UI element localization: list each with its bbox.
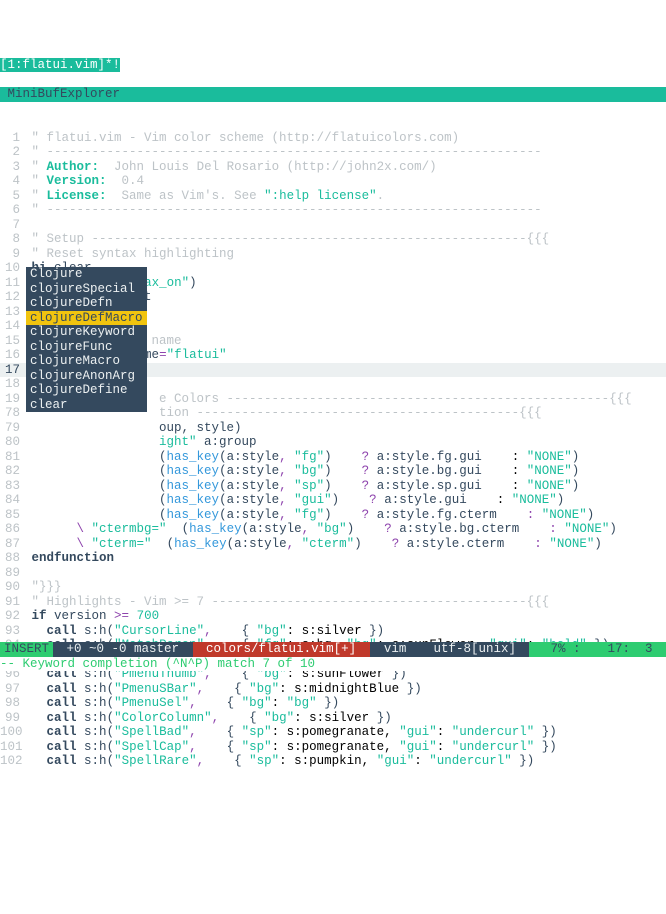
encoding: utf-8[unix] (420, 642, 530, 657)
code-line: 82 (has_key(a:style, "bg") ? a:style.bg.… (0, 464, 666, 479)
code-line: 80 ight" a:group (0, 435, 666, 450)
code-line: 93 call s:h("CursorLine", { "bg": s:silv… (0, 624, 666, 639)
line-number: 10 (0, 261, 24, 276)
code-line: 8 " Setup ------------------------------… (0, 232, 666, 247)
line-number: 2 (0, 145, 24, 160)
code-line: 102 call s:h("SpellRare", { "sp": s:pump… (0, 754, 666, 769)
completion-item[interactable]: clojureDefn (26, 296, 147, 311)
completion-item[interactable]: clojureKeyword (26, 325, 147, 340)
line-number: 82 (0, 464, 24, 479)
line-number: 16 (0, 348, 24, 363)
line-number: 7 (0, 218, 24, 233)
file-name: colors/flatui.vim[+] (193, 642, 370, 657)
cursor-pos: 17: 3 (586, 642, 666, 657)
code-line: 87 \ "cterm=" (has_key(a:style, "cterm")… (0, 537, 666, 552)
line-number: 97 (0, 682, 24, 697)
code-line: 1 " flatui.vim - Vim color scheme (http:… (0, 131, 666, 146)
code-line: 91 " Highlights - Vim >= 7 -------------… (0, 595, 666, 610)
code-line: 92 if version >= 700 (0, 609, 666, 624)
completion-item[interactable]: clojureAnonArg (26, 369, 147, 384)
completion-item[interactable]: clojureDefine (26, 383, 147, 398)
line-number: 89 (0, 566, 24, 581)
code-line: 84 (has_key(a:style, "gui") ? a:style.gu… (0, 493, 666, 508)
completion-item[interactable]: clojureMacro (26, 354, 147, 369)
line-number: 12 (0, 290, 24, 305)
line-number: 91 (0, 595, 24, 610)
code-line: 100 call s:h("SpellBad", { "sp": s:pomeg… (0, 725, 666, 740)
completion-item[interactable]: clojureDefMacro (26, 311, 147, 326)
line-number: 84 (0, 493, 24, 508)
code-line: 101 call s:h("SpellCap", { "sp": s:pomeg… (0, 740, 666, 755)
completion-item[interactable]: Clojure (26, 267, 147, 282)
line-number: 80 (0, 435, 24, 450)
line-number: 81 (0, 450, 24, 465)
code-line: 88 endfunction (0, 551, 666, 566)
line-number: 101 (0, 740, 24, 755)
line-number: 19 (0, 392, 24, 407)
line-number: 4 (0, 174, 24, 189)
code-line: 99 call s:h("ColorColumn", { "bg": s:sil… (0, 711, 666, 726)
line-number: 6 (0, 203, 24, 218)
editor[interactable]: 1 " flatui.vim - Vim color scheme (http:… (0, 131, 666, 769)
line-number: 1 (0, 131, 24, 146)
line-number: 17 (0, 363, 24, 378)
line-number: 88 (0, 551, 24, 566)
line-number: 83 (0, 479, 24, 494)
line-number: 98 (0, 696, 24, 711)
status-line: INSERT +0 ~0 -0 master colors/flatui.vim… (0, 642, 666, 657)
code-line: 86 \ "ctermbg=" (has_key(a:style, "bg") … (0, 522, 666, 537)
line-number: 15 (0, 334, 24, 349)
git-status: +0 ~0 -0 master (53, 642, 193, 657)
line-number: 100 (0, 725, 24, 740)
command-line: -- Keyword completion (^N^P) match 7 of … (0, 657, 666, 672)
tab[interactable]: [1:flatui.vim]*! (0, 58, 120, 72)
code-line: 6 " ------------------------------------… (0, 203, 666, 218)
percent: 7% : (529, 642, 586, 657)
code-line: 97 call s:h("PmenuSBar", { "bg": s:midni… (0, 682, 666, 697)
code-line: 5 " License: Same as Vim's. See ":help l… (0, 189, 666, 204)
line-number: 86 (0, 522, 24, 537)
line-number: 93 (0, 624, 24, 639)
mode-indicator: INSERT (0, 642, 53, 657)
line-number: 85 (0, 508, 24, 523)
code-line: 83 (has_key(a:style, "sp") ? a:style.sp.… (0, 479, 666, 494)
line-number: 90 (0, 580, 24, 595)
line-number: 14 (0, 319, 24, 334)
code-line: 81 (has_key(a:style, "fg") ? a:style.fg.… (0, 450, 666, 465)
completion-item[interactable]: clear (26, 398, 147, 413)
completion-item[interactable]: clojureSpecial (26, 282, 147, 297)
line-number: 5 (0, 189, 24, 204)
line-number: 3 (0, 160, 24, 175)
code-line: 85 (has_key(a:style, "fg") ? a:style.fg.… (0, 508, 666, 523)
code-line: 89 (0, 566, 666, 581)
code-line: 90 "}}} (0, 580, 666, 595)
line-number: 78 (0, 406, 24, 421)
line-number: 87 (0, 537, 24, 552)
code-line: 9 " Reset syntax highlighting (0, 247, 666, 262)
line-number: 79 (0, 421, 24, 436)
line-number: 8 (0, 232, 24, 247)
code-line: 7 (0, 218, 666, 233)
filetype: vim (370, 642, 420, 657)
line-number: 18 (0, 377, 24, 392)
code-line: 4 " Version: 0.4 (0, 174, 666, 189)
line-number: 13 (0, 305, 24, 320)
completion-popup[interactable]: Clojure clojureSpecial clojureDefn cloju… (26, 267, 147, 412)
minibuf-explorer: MiniBufExplorer (0, 87, 666, 102)
code-line: 2 " ------------------------------------… (0, 145, 666, 160)
code-line: 98 call s:h("PmenuSel", { "bg": "bg" }) (0, 696, 666, 711)
code-line: 3 " Author: John Louis Del Rosario (http… (0, 160, 666, 175)
line-number: 102 (0, 754, 24, 769)
code-line: 79 oup, style) (0, 421, 666, 436)
line-number: 99 (0, 711, 24, 726)
completion-item[interactable]: clojureFunc (26, 340, 147, 355)
line-number: 9 (0, 247, 24, 262)
line-number: 11 (0, 276, 24, 291)
line-number: 92 (0, 609, 24, 624)
